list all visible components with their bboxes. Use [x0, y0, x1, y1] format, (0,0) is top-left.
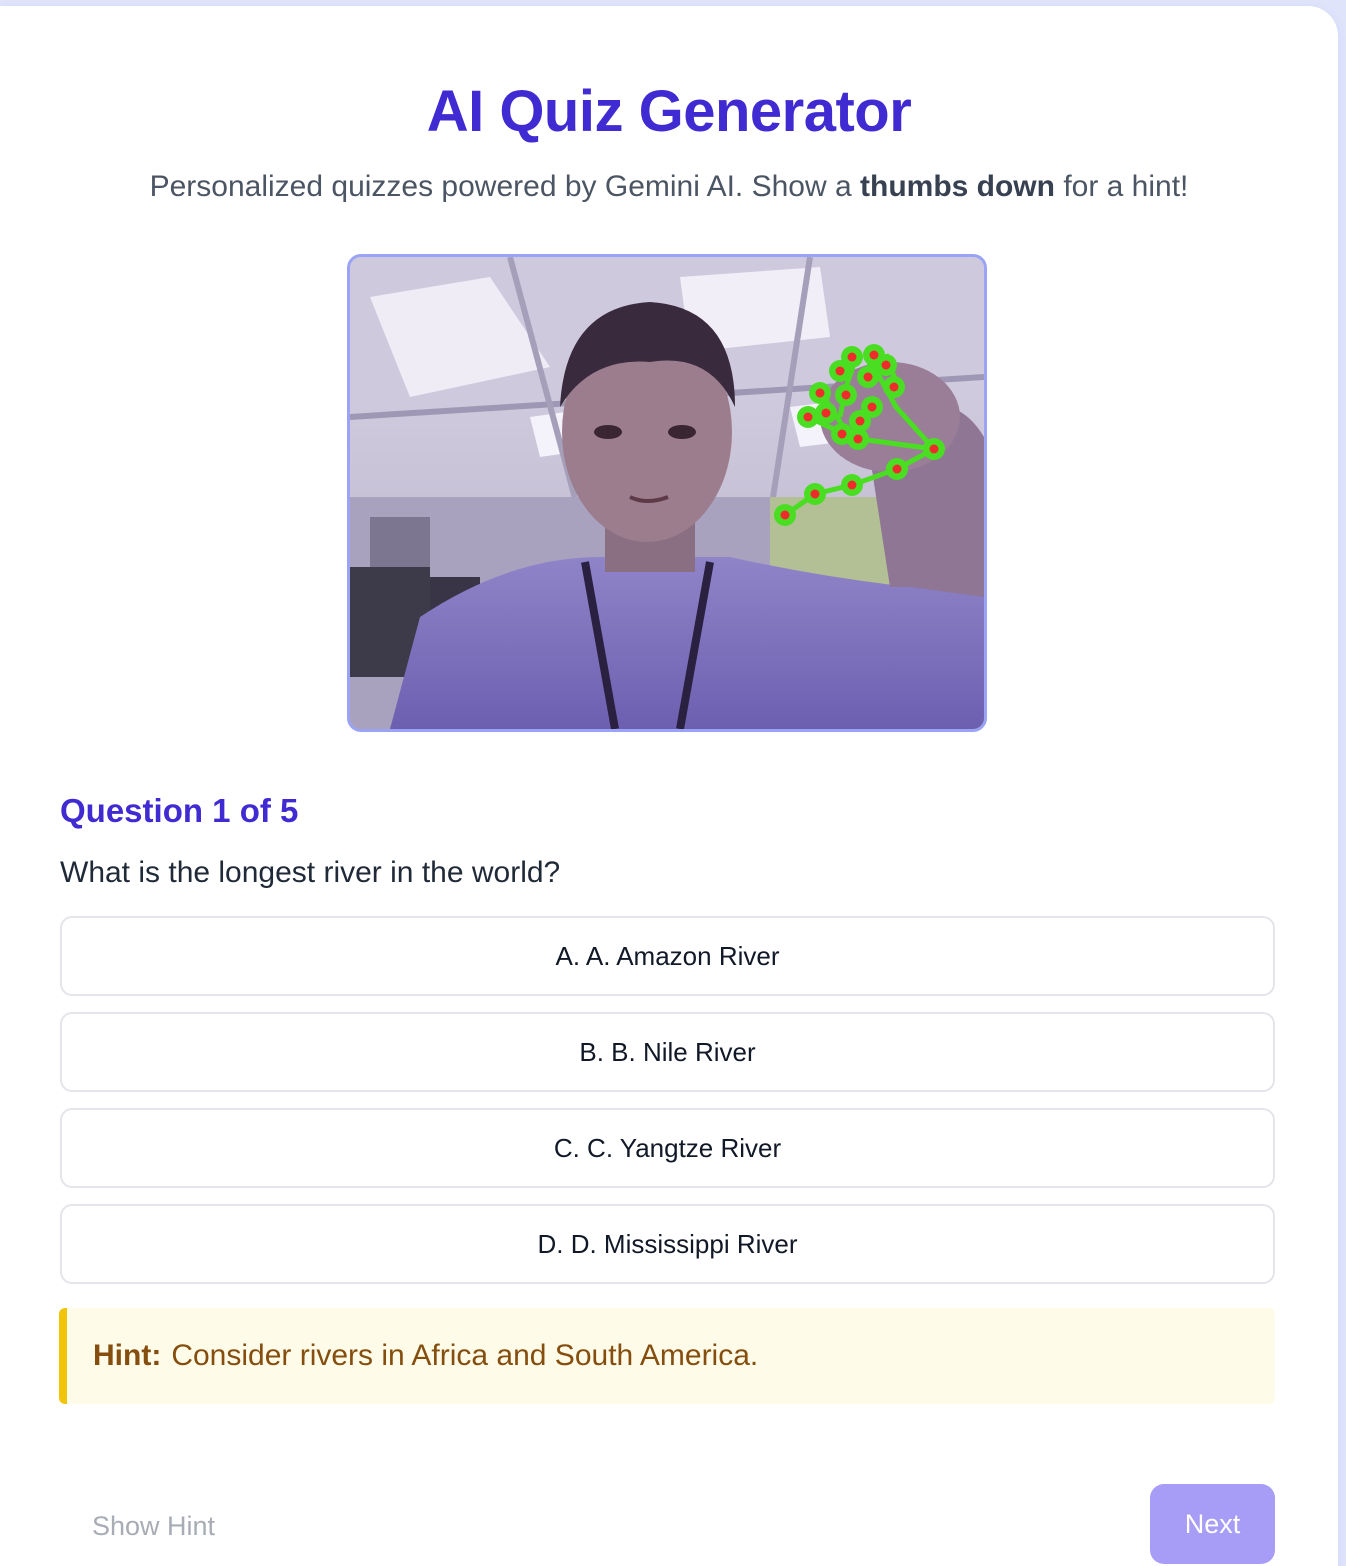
hint-box: Hint: Consider rivers in Africa and Sout…	[59, 1308, 1275, 1404]
page-subtitle: Personalized quizzes powered by Gemini A…	[0, 170, 1338, 204]
webcam-feed	[347, 254, 987, 732]
answer-options: A. A. Amazon River B. B. Nile River C. C…	[60, 916, 1275, 1300]
subtitle-bold: thumbs down	[860, 170, 1055, 203]
webcam-image	[350, 257, 984, 729]
subtitle-post: for a hint!	[1054, 170, 1189, 203]
option-a-button[interactable]: A. A. Amazon River	[60, 916, 1275, 996]
page-title: AI Quiz Generator	[426, 79, 912, 144]
next-button[interactable]: Next	[1150, 1484, 1275, 1564]
hint-label: Hint:	[93, 1339, 162, 1372]
show-hint-button[interactable]: Show Hint	[60, 1498, 260, 1554]
question-counter: Question 1 of 5	[60, 792, 299, 829]
hint-text: Consider rivers in Africa and South Amer…	[171, 1339, 759, 1372]
subtitle-pre: Personalized quizzes powered by Gemini A…	[149, 170, 860, 203]
option-d-button[interactable]: D. D. Mississippi River	[60, 1204, 1275, 1284]
quiz-card: AI Quiz Generator Personalized quizzes p…	[0, 6, 1338, 1566]
question-text: What is the longest river in the world?	[60, 856, 561, 889]
option-b-button[interactable]: B. B. Nile River	[60, 1012, 1275, 1092]
option-c-button[interactable]: C. C. Yangtze River	[60, 1108, 1275, 1188]
